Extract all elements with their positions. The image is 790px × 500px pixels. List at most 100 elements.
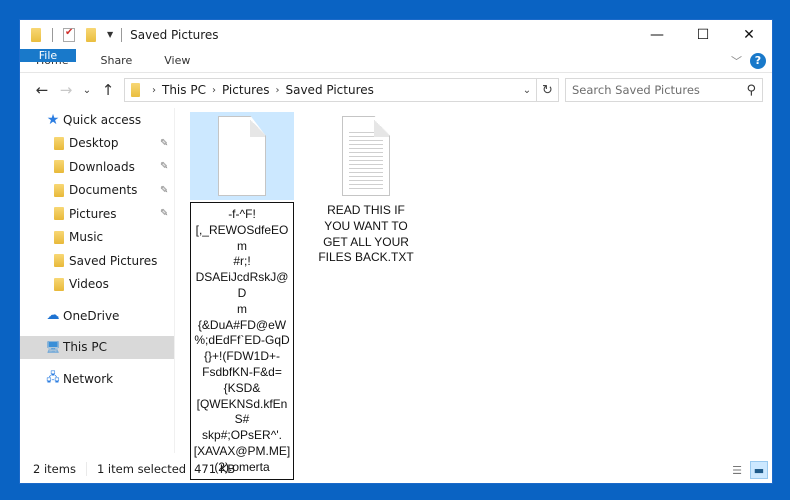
file-thumbnail[interactable] xyxy=(314,112,418,200)
quick-access-toolbar: ▼ Saved Pictures xyxy=(20,27,219,43)
file-name-line: GET ALL YOUR xyxy=(323,234,409,249)
sidebar-item-label: OneDrive xyxy=(63,308,120,323)
file-name-line: {&DuA#FD@eW xyxy=(197,317,287,332)
sidebar-item-documents[interactable]: Documents ✎ xyxy=(20,179,174,203)
sidebar-item-pictures[interactable]: Pictures ✎ xyxy=(20,202,174,226)
title-bar: ▼ Saved Pictures — ☐ ✕ xyxy=(20,20,772,49)
file-item-encrypted[interactable]: -f-^F! [,_REWOSdfeEOm #r;! DSAEiJcdRskJ@D m{… xyxy=(190,112,294,480)
file-name-line: READ THIS IF xyxy=(327,203,405,217)
search-icon[interactable]: ⚲ xyxy=(746,83,756,98)
up-arrow-icon[interactable]: ↑ xyxy=(96,81,120,99)
tab-view[interactable]: View xyxy=(148,49,206,72)
sidebar-item-desktop[interactable]: Desktop ✎ xyxy=(20,132,174,156)
file-name-line: #r;! xyxy=(233,254,251,269)
sidebar-item-videos[interactable]: Videos xyxy=(20,273,174,297)
file-list[interactable]: -f-^F! [,_REWOSdfeEOm #r;! DSAEiJcdRskJ@D m{… xyxy=(180,108,772,480)
properties-icon[interactable] xyxy=(61,27,77,43)
address-history-chevron-down-icon[interactable]: ⌄ xyxy=(518,85,536,96)
ribbon-tabs: File Home Share View ﹀ ? xyxy=(20,49,772,73)
navigation-bar: ← → ⌄ ↑ › This PC › Pictures › Saved Pic… xyxy=(20,74,772,106)
folder-icon[interactable] xyxy=(28,27,44,43)
downloads-folder-icon xyxy=(54,160,64,174)
breadcrumb-chevron-icon[interactable]: › xyxy=(212,85,216,96)
file-name-line: YOU WANT TO xyxy=(324,218,408,233)
sidebar-item-label: This PC xyxy=(63,340,107,355)
item-count: 2 items xyxy=(33,462,76,476)
customize-toolbar-dropdown[interactable]: ▼ xyxy=(107,30,113,39)
tab-file[interactable]: File xyxy=(20,49,76,62)
maximize-button[interactable]: ☐ xyxy=(680,20,726,49)
help-icon[interactable]: ? xyxy=(750,52,766,69)
breadcrumb-this-pc[interactable]: This PC xyxy=(162,83,206,97)
network-icon: 🖧 xyxy=(46,370,60,385)
tab-share[interactable]: Share xyxy=(84,49,148,72)
minimize-button[interactable]: — xyxy=(634,20,680,49)
folder-icon xyxy=(54,254,64,268)
documents-folder-icon xyxy=(54,183,64,197)
breadcrumb-chevron-icon[interactable]: › xyxy=(152,85,156,96)
refresh-icon[interactable]: ↻ xyxy=(536,79,558,101)
file-name-line: {}+!(FDW1D+- xyxy=(203,349,281,364)
window-title: Saved Pictures xyxy=(130,27,219,42)
search-input[interactable] xyxy=(572,83,747,97)
sidebar-item-quick-access[interactable]: ★ Quick access xyxy=(20,108,174,132)
details-view-icon[interactable]: ☰ xyxy=(728,461,746,479)
sidebar-item-label: Videos xyxy=(69,277,109,292)
divider xyxy=(85,462,87,476)
folder-icon xyxy=(131,83,140,97)
sidebar-item-downloads[interactable]: Downloads ✎ xyxy=(20,155,174,179)
file-thumbnail[interactable] xyxy=(190,112,294,200)
selection-size: 471 KB xyxy=(194,462,236,476)
large-icons-view-icon[interactable]: ▬ xyxy=(750,461,768,479)
status-bar: 2 items 1 item selected 471 KB ☰ ▬ xyxy=(20,455,772,483)
pictures-folder-icon xyxy=(54,207,64,221)
star-icon: ★ xyxy=(46,111,60,128)
sidebar-item-label: Documents xyxy=(69,183,138,198)
sidebar-item-music[interactable]: Music xyxy=(20,226,174,250)
sidebar-item-saved-pictures[interactable]: Saved Pictures xyxy=(20,249,174,273)
sidebar-item-onedrive[interactable]: ☁ OneDrive xyxy=(20,304,174,328)
expand-ribbon-chevron-down-icon[interactable]: ﹀ xyxy=(731,53,742,69)
music-folder-icon xyxy=(54,230,64,244)
file-item-ransom-note[interactable]: READ THIS IF YOU WANT TO GET ALL YOUR FILES… xyxy=(314,112,418,266)
close-button[interactable]: ✕ xyxy=(726,20,772,49)
sidebar-item-this-pc[interactable]: 🖥 This PC xyxy=(20,335,174,359)
breadcrumb-chevron-icon[interactable]: › xyxy=(275,85,279,96)
text-document-icon xyxy=(342,116,390,196)
sidebar-item-label: Pictures xyxy=(69,206,117,221)
pin-icon[interactable]: ✎ xyxy=(160,185,168,196)
new-folder-icon[interactable] xyxy=(83,27,99,43)
file-name-line: [,_REWOSdfeEOm xyxy=(195,222,289,253)
file-name-line: FILES BACK.TXT xyxy=(318,250,414,265)
separator xyxy=(52,27,53,42)
navigation-pane: ★ Quick access Desktop ✎ Downloads ✎ Doc… xyxy=(20,108,175,453)
pin-icon[interactable]: ✎ xyxy=(160,161,168,172)
file-name-line: -f-^F! xyxy=(228,207,256,221)
sidebar-item-label: Desktop xyxy=(69,136,119,151)
file-name-line: m xyxy=(237,301,247,316)
file-name-line: skp#;OPsER^'. xyxy=(202,428,282,443)
pin-icon[interactable]: ✎ xyxy=(160,138,168,149)
sidebar-item-label: Downloads xyxy=(69,159,135,174)
file-rename-input[interactable]: -f-^F! [,_REWOSdfeEOm #r;! DSAEiJcdRskJ@D m{… xyxy=(190,202,294,480)
search-box[interactable]: ⚲ xyxy=(565,78,763,102)
selection-count: 1 item selected xyxy=(96,462,187,476)
back-arrow-icon[interactable]: ← xyxy=(30,81,54,99)
breadcrumb-pictures[interactable]: Pictures xyxy=(222,83,270,97)
recent-locations-chevron-down-icon[interactable]: ⌄ xyxy=(78,85,96,96)
videos-folder-icon xyxy=(54,277,64,291)
file-name-line: %;dEdFf`ED-GqD xyxy=(194,333,290,348)
forward-arrow-icon[interactable]: → xyxy=(54,81,78,99)
desktop-folder-icon xyxy=(54,136,64,150)
sidebar-item-network[interactable]: 🖧 Network xyxy=(20,367,174,391)
cloud-icon: ☁ xyxy=(46,308,60,324)
breadcrumb-saved-pictures[interactable]: Saved Pictures xyxy=(285,83,373,97)
file-name-line: DSAEiJcdRskJ@D xyxy=(195,270,289,300)
file-name-label: READ THIS IF YOU WANT TO GET ALL YOUR FILES… xyxy=(314,203,418,266)
pin-icon[interactable]: ✎ xyxy=(160,208,168,219)
sidebar-item-label: Network xyxy=(63,371,114,386)
separator xyxy=(121,27,123,42)
address-bar[interactable]: › This PC › Pictures › Saved Pictures ⌄ … xyxy=(124,78,559,102)
sidebar-item-label: Quick access xyxy=(63,112,142,127)
file-name-line: {KSD& xyxy=(223,380,261,395)
